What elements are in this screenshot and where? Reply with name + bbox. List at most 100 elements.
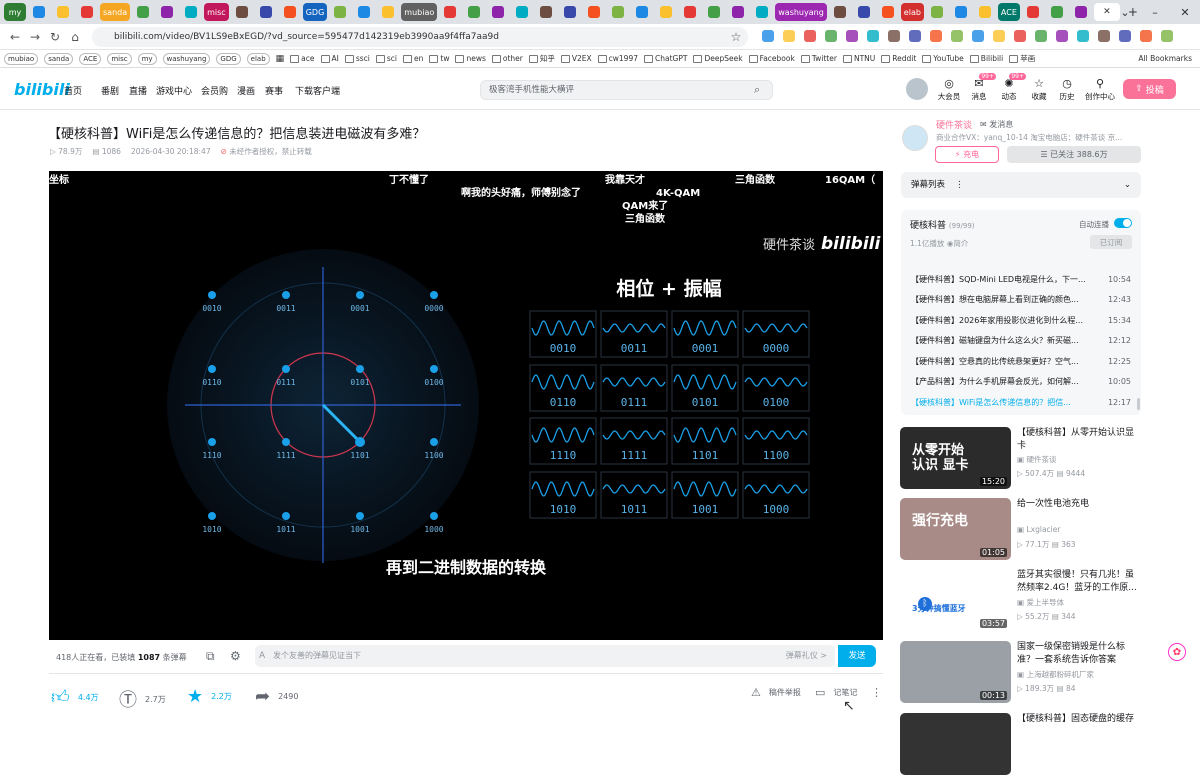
danmaku-input[interactable]: 发个友善的弹幕见证当下 弹幕礼仪 > xyxy=(255,645,835,667)
recommended-uploader[interactable]: ▣ Lxglacier xyxy=(1017,525,1060,534)
url-input[interactable]: bilibili.com/video/BV1LS9eBxEGD/?vd_sour… xyxy=(92,27,748,47)
subscribed-button[interactable]: 已订阅 xyxy=(1090,235,1132,249)
browser-tab[interactable]: washuyang xyxy=(775,3,827,21)
report-button[interactable]: ⚠ 稿件举报 xyxy=(751,686,801,699)
tab-favicon-icon[interactable] xyxy=(1046,3,1068,21)
header-icon-5[interactable]: ⚲ 创作中心 xyxy=(1082,77,1118,102)
bookmark-badge[interactable]: my xyxy=(137,52,157,65)
extension-icon[interactable] xyxy=(1140,30,1152,42)
bookmark-item[interactable]: tw xyxy=(429,54,449,63)
danmaku-toggle-icon[interactable]: ⧉ xyxy=(206,649,215,664)
search-input[interactable]: 极客湾手机性能大横评 xyxy=(480,80,773,100)
bookmark-star-icon[interactable]: ☆ xyxy=(727,28,745,46)
extension-icon[interactable] xyxy=(972,30,984,42)
header-icon-0[interactable]: ◎ 大会员 xyxy=(934,77,964,102)
tab-favicon-icon[interactable] xyxy=(877,3,899,21)
bookmark-item[interactable]: Twitter xyxy=(800,54,837,63)
bookmark-item[interactable]: sci xyxy=(375,54,397,63)
extension-icon[interactable] xyxy=(1077,30,1089,42)
tab-favicon-icon[interactable] xyxy=(679,3,701,21)
autoplay-toggle[interactable] xyxy=(1114,218,1132,228)
bookmark-item[interactable]: 知乎 xyxy=(528,53,555,64)
nav-link[interactable]: 会员购 xyxy=(201,84,228,97)
font-style-icon[interactable]: A xyxy=(259,651,265,661)
tab-favicon-icon[interactable] xyxy=(76,3,98,21)
recommended-uploader[interactable]: ▣ 爱上半导体 xyxy=(1017,597,1064,608)
share-button[interactable]: ➦ 2490 xyxy=(255,686,298,707)
browser-tab[interactable]: elab xyxy=(900,3,924,21)
browser-tab[interactable]: mubiao xyxy=(401,3,438,21)
bookmark-item[interactable]: AI xyxy=(320,54,339,63)
bookmark-badge[interactable]: misc xyxy=(107,52,132,65)
extension-icon[interactable] xyxy=(825,30,837,42)
episode-scrollbar[interactable] xyxy=(1137,398,1140,410)
bookmark-badge[interactable]: mubiao xyxy=(4,52,39,65)
tab-favicon-icon[interactable] xyxy=(583,3,605,21)
close-window-icon[interactable]: ✕ xyxy=(1170,0,1200,24)
bookmark-item[interactable]: other xyxy=(491,54,523,63)
bookmark-badge[interactable]: sanda xyxy=(44,52,74,65)
danmaku-settings-icon[interactable]: ⚙ xyxy=(230,649,241,663)
tab-favicon-icon[interactable] xyxy=(156,3,178,21)
tab-favicon-icon[interactable] xyxy=(853,3,875,21)
tab-favicon-icon[interactable] xyxy=(132,3,154,21)
nav-link[interactable]: 番剧 xyxy=(101,84,119,97)
video-thumbnail[interactable]: 强行充电 01:05 xyxy=(900,498,1011,560)
recommended-title[interactable]: 【硬核科普】固态硬盘的缓存 xyxy=(1017,713,1141,726)
bookmark-badge[interactable]: washuyang xyxy=(162,52,211,65)
tab-favicon-icon[interactable] xyxy=(329,3,351,21)
tab-favicon-icon[interactable] xyxy=(829,3,851,21)
episode-item[interactable]: 【硬件科普】磁轴键盘为什么这么火？新买磁... 12:12 xyxy=(907,332,1135,350)
send-danmaku-button[interactable]: 发送 xyxy=(838,645,876,667)
nav-link[interactable]: 首页 xyxy=(64,84,82,97)
extension-icon[interactable] xyxy=(951,30,963,42)
bookmark-item[interactable]: NTNU xyxy=(842,54,875,63)
nav-link[interactable]: 漫画 xyxy=(237,84,255,97)
video-thumbnail[interactable] xyxy=(900,713,1011,775)
extension-icon[interactable] xyxy=(762,30,774,42)
user-avatar[interactable] xyxy=(906,78,928,100)
recommended-video[interactable]: 3分钟搞懂蓝牙 ᛒ 03:57 蓝牙其实很慢！只有几兆！虽然频率2.4G！蓝牙的工作原… xyxy=(900,569,1142,633)
tab-favicon-icon[interactable] xyxy=(28,3,50,21)
recommended-video[interactable]: 从零开始 认识 显卡 15:20 【硬核科普】从零开始认识显卡 ▣ 硬件茶谈 ▷ 507… xyxy=(900,427,1142,491)
tab-favicon-icon[interactable] xyxy=(535,3,557,21)
nav-link[interactable]: 游戏中心 xyxy=(156,84,192,97)
tab-favicon-icon[interactable] xyxy=(974,3,996,21)
episode-item[interactable]: 【硬核科普】WiFi是怎么传递信息的？把信... 12:17 xyxy=(907,393,1135,411)
floating-helper-icon[interactable]: ✿ xyxy=(1168,643,1186,661)
extension-icon[interactable] xyxy=(930,30,942,42)
extension-icon[interactable] xyxy=(888,30,900,42)
bookmark-item[interactable]: ChatGPT xyxy=(644,54,687,63)
tab-favicon-icon[interactable] xyxy=(180,3,202,21)
bookmark-item[interactable]: cw1997 xyxy=(597,54,638,63)
tab-favicon-icon[interactable] xyxy=(377,3,399,21)
more-options-icon[interactable]: ⋮ xyxy=(871,686,882,699)
bookmark-item[interactable]: ssci xyxy=(344,54,370,63)
tab-favicon-icon[interactable] xyxy=(52,3,74,21)
header-icon-3[interactable]: ☆ 收藏 xyxy=(1024,77,1054,102)
forward-icon[interactable]: → xyxy=(26,28,44,46)
tab-favicon-icon[interactable] xyxy=(607,3,629,21)
browser-tab[interactable]: GDG xyxy=(302,3,328,21)
tab-favicon-icon[interactable] xyxy=(439,3,461,21)
tab-favicon-icon[interactable] xyxy=(231,3,253,21)
recommended-video[interactable]: 强行充电 01:05 给一次性电池充电 ▣ Lxglacier ▷ 77.1万 ▤ 36… xyxy=(900,498,1142,562)
tab-favicon-icon[interactable] xyxy=(1022,3,1044,21)
bookmark-item[interactable]: news xyxy=(455,54,486,63)
bookmark-item[interactable]: Bilibili xyxy=(969,54,1003,63)
nav-link[interactable]: 下载客户端 xyxy=(295,84,340,97)
browser-tab[interactable]: sanda xyxy=(100,3,131,21)
followed-button[interactable]: ☰ 已关注 388.6万 xyxy=(1007,146,1141,163)
favorite-button[interactable]: ★ 2.2万 xyxy=(187,686,232,707)
extension-icon[interactable] xyxy=(1014,30,1026,42)
bookmark-item[interactable]: ace xyxy=(290,54,315,63)
recommended-title[interactable]: 国家一级保密销毁是什么标准？一套系统告诉你答案 xyxy=(1017,641,1141,666)
tab-favicon-icon[interactable] xyxy=(353,3,375,21)
video-thumbnail[interactable]: 3分钟搞懂蓝牙 ᛒ 03:57 xyxy=(900,569,1011,631)
extension-icon[interactable] xyxy=(867,30,879,42)
episode-item[interactable]: 【产品科普】为什么手机屏幕会反光，如何解... 10:05 xyxy=(907,373,1135,391)
video-player[interactable]: 0010 0011 0001 0000 0110 0111 0101 0100 1110 1111… xyxy=(49,171,883,640)
episode-item[interactable]: 【硬件科普】想在电脑屏幕上看到正确的颜色... 12:43 xyxy=(907,291,1135,309)
recommended-video[interactable]: 00:13 国家一级保密销毁是什么标准？一套系统告诉你答案 ▣ 上海越都粉碎机厂家 ▷… xyxy=(900,641,1142,705)
tab-favicon-icon[interactable] xyxy=(1070,3,1092,21)
